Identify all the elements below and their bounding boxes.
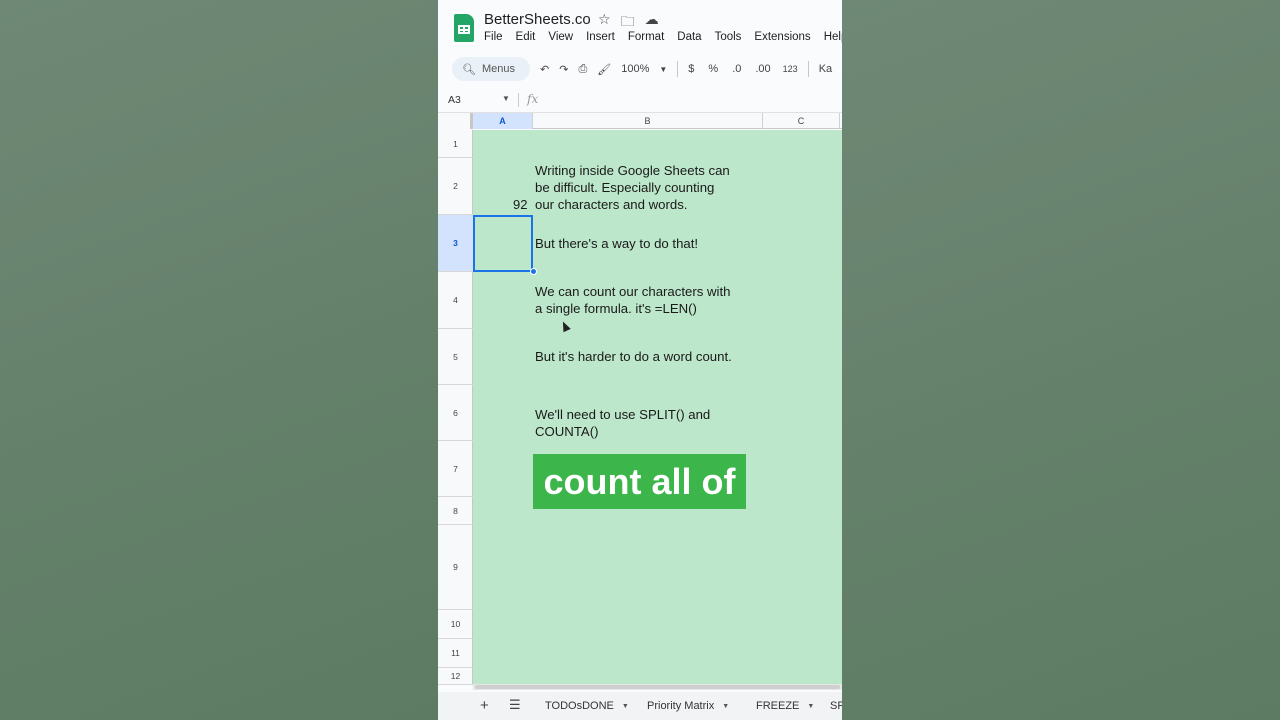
menu-data[interactable]: Data (677, 31, 701, 43)
search-menus-label: Menus (481, 63, 515, 75)
row-header[interactable]: 8 (438, 497, 473, 525)
menu-bar: File Edit View Insert Format Data Tools … (484, 31, 842, 43)
toolbar: 🔍︎ Menus ↶ ↷ ⎙ 🖌︎ 100% ▼ $ % .0 .00 123 … (452, 56, 842, 82)
row-header-selected[interactable]: 3 (438, 215, 473, 272)
search-icon: 🔍︎ (462, 63, 476, 76)
column-headers: A B C (438, 112, 842, 129)
chevron-down-icon: ▼ (659, 64, 668, 74)
background-left (0, 0, 438, 720)
sheets-logo-icon[interactable] (454, 14, 474, 42)
fill-handle[interactable] (530, 268, 537, 275)
name-box[interactable]: A3 (448, 94, 461, 106)
row-header[interactable]: 4 (438, 272, 473, 329)
row-headers: 1 2 3 4 5 6 7 8 9 10 11 12 (438, 130, 473, 685)
menu-extensions[interactable]: Extensions (754, 31, 810, 43)
video-caption: count all of (533, 454, 746, 509)
cell-a2-value[interactable]: 92 (513, 197, 527, 212)
selected-cell-a3[interactable] (473, 215, 533, 272)
menu-help[interactable]: Help (824, 31, 842, 43)
font-select[interactable]: Ka (819, 63, 832, 75)
chevron-down-icon[interactable]: ▼ (722, 703, 729, 710)
print-icon[interactable]: ⎙ (578, 63, 587, 76)
decrease-decimal-button[interactable]: .0 (732, 63, 741, 75)
cell-b6[interactable]: We'll need to use SPLIT() and COUNTA() (535, 406, 710, 440)
cell-b4[interactable]: We can count our characters with a singl… (535, 283, 730, 317)
search-menus[interactable]: 🔍︎ Menus (452, 57, 530, 81)
column-header-c[interactable]: C (763, 113, 840, 129)
sheet-tabs-bar: + ☰ TODOsDONE ▼ Priority Matrix ▼ FREEZE… (438, 692, 842, 720)
formula-divider (518, 93, 519, 107)
row-header[interactable]: 2 (438, 158, 473, 215)
menu-file[interactable]: File (484, 31, 503, 43)
currency-button[interactable]: $ (688, 63, 694, 75)
sheet-tab-label: FREEZE (756, 700, 800, 712)
cell-b3[interactable]: But there's a way to do that! (535, 235, 698, 252)
menu-insert[interactable]: Insert (586, 31, 615, 43)
cell-b5[interactable]: But it's harder to do a word count. (535, 348, 732, 365)
chevron-down-icon[interactable]: ▼ (807, 703, 814, 710)
chevron-down-icon[interactable]: ▼ (502, 94, 510, 103)
menu-format[interactable]: Format (628, 31, 664, 43)
row-header[interactable]: 10 (438, 610, 473, 639)
zoom-select[interactable]: 100% ▼ (621, 63, 667, 75)
menu-tools[interactable]: Tools (715, 31, 742, 43)
row-header[interactable]: 9 (438, 525, 473, 610)
sheet-tab-todosdone[interactable]: TODOsDONE ▼ (545, 700, 629, 712)
row-header[interactable]: 12 (438, 668, 473, 685)
sheet-tab-label: SP (830, 700, 842, 712)
paint-format-icon[interactable]: 🖌︎ (597, 63, 611, 76)
add-sheet-icon[interactable]: + (480, 697, 489, 714)
sheets-app: BetterSheets.co ☆ 🗀 ☁ File Edit View Ins… (438, 0, 842, 720)
sheet-tab-label: TODOsDONE (545, 700, 614, 712)
redo-icon[interactable]: ↷ (559, 63, 568, 76)
column-header-a[interactable]: A (473, 113, 533, 129)
row-header[interactable]: 1 (438, 130, 473, 158)
toolbar-divider (807, 61, 809, 77)
row-header[interactable]: 11 (438, 639, 473, 668)
sheet-tab-sp[interactable]: SP (830, 700, 842, 712)
menu-view[interactable]: View (548, 31, 573, 43)
row-header[interactable]: 6 (438, 385, 473, 441)
chevron-down-icon[interactable]: ▼ (622, 703, 629, 710)
row-header[interactable]: 7 (438, 441, 473, 497)
select-all-corner[interactable] (438, 113, 473, 129)
sheet-tab-label: Priority Matrix (647, 700, 715, 712)
background-right (842, 0, 1280, 720)
sheet-tab-freeze[interactable]: FREEZE ▼ (756, 700, 814, 712)
undo-icon[interactable]: ↶ (540, 63, 549, 76)
horizontal-scrollbar[interactable] (473, 684, 842, 690)
percent-button[interactable]: % (708, 63, 718, 75)
menu-edit[interactable]: Edit (516, 31, 536, 43)
cell-b2[interactable]: Writing inside Google Sheets can be diff… (535, 162, 730, 213)
zoom-value: 100% (621, 63, 650, 75)
column-header-b[interactable]: B (533, 113, 763, 129)
scrollbar-thumb[interactable] (475, 685, 840, 689)
formula-bar: A3 ▼ fx (438, 90, 842, 110)
sheet-tab-priority-matrix[interactable]: Priority Matrix ▼ (647, 700, 729, 712)
row-header[interactable]: 5 (438, 329, 473, 385)
document-title[interactable]: BetterSheets.co (484, 11, 591, 28)
number-format-button[interactable]: 123 (783, 64, 798, 74)
all-sheets-icon[interactable]: ☰ (509, 697, 521, 713)
function-icon: fx (527, 92, 539, 106)
increase-decimal-button[interactable]: .00 (755, 63, 770, 75)
toolbar-divider (677, 61, 679, 77)
